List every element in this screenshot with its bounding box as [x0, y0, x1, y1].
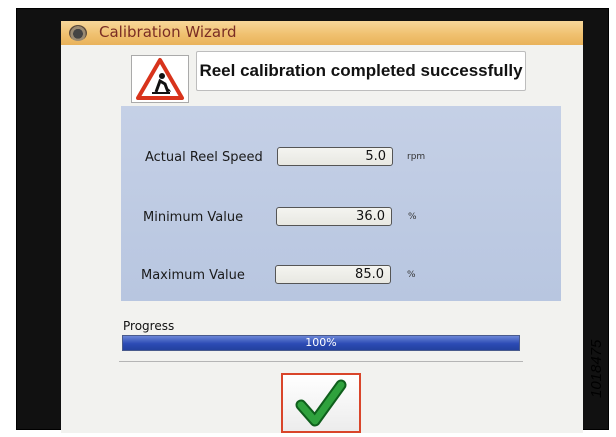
progress-percent: 100% [305, 336, 337, 349]
status-message: Reel calibration completed successfully [199, 61, 523, 80]
app-logo-icon [69, 25, 87, 41]
screen: Calibration Wizard Reel calibration comp… [61, 21, 583, 433]
maximum-value-unit: % [407, 270, 416, 280]
warning-worker-icon [131, 55, 189, 103]
window-title: Calibration Wizard [99, 23, 237, 41]
title-bar: Calibration Wizard [61, 21, 583, 45]
divider [119, 361, 523, 362]
screen-bezel: Calibration Wizard Reel calibration comp… [16, 8, 609, 433]
actual-reel-speed-unit: rpm [407, 152, 426, 162]
actual-reel-speed-value: 5.0 [277, 147, 393, 166]
progress-bar: 100% [122, 335, 520, 351]
figure-number: 1018475 [588, 339, 605, 398]
calibration-values-panel: Actual Reel Speed 5.0 rpm Minimum Value … [121, 106, 561, 301]
minimum-value-label: Minimum Value [143, 210, 244, 225]
maximum-value-value: 85.0 [275, 265, 391, 284]
status-message-box: Reel calibration completed successfully [196, 51, 526, 91]
minimum-value-value: 36.0 [276, 207, 392, 226]
progress-label: Progress [123, 319, 175, 333]
checkmark-icon [295, 379, 347, 427]
actual-reel-speed-label: Actual Reel Speed [145, 150, 263, 165]
ok-button[interactable] [281, 373, 361, 433]
maximum-value-label: Maximum Value [141, 268, 245, 283]
minimum-value-unit: % [408, 212, 417, 222]
